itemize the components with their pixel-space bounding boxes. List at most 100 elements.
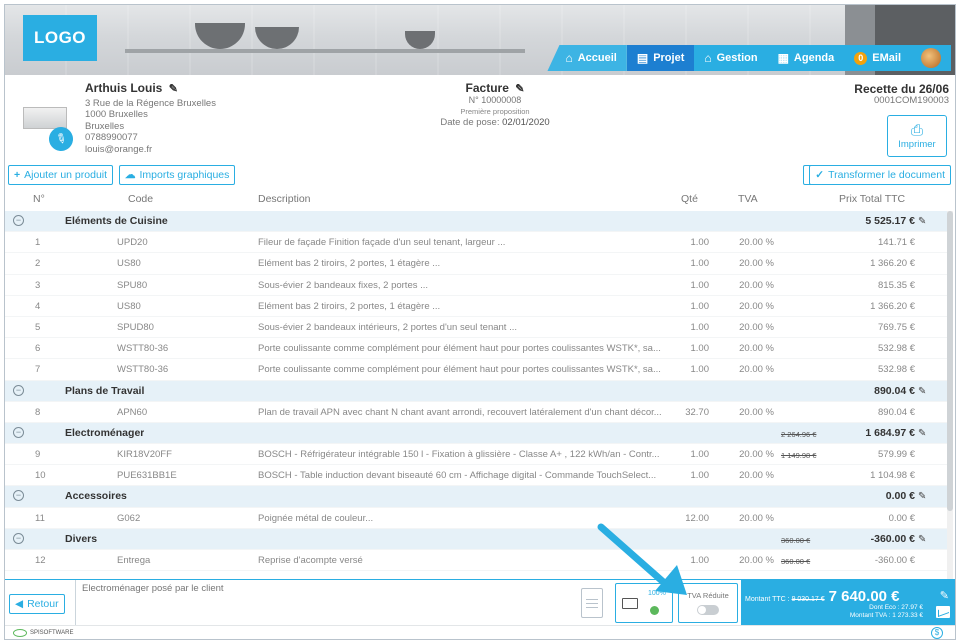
- row-price: 532.98 €: [878, 343, 915, 355]
- nav-label: Agenda: [793, 52, 835, 64]
- group-row[interactable]: − Accessoires 0.00 € ✎: [5, 486, 951, 508]
- client-image: ✎: [19, 89, 78, 156]
- nav-accueil[interactable]: ⌂ Accueil: [547, 45, 627, 71]
- row-tva: 20.00 %: [739, 449, 774, 461]
- table-row[interactable]: 2 US80 Elément bas 2 tiroirs, 2 portes, 1 …: [5, 253, 951, 275]
- table-row[interactable]: 1 UPD20 Fileur de façade Finition façade d…: [5, 232, 951, 254]
- table-row[interactable]: 6 WSTT80-36 Porte coulissante comme complé…: [5, 338, 951, 360]
- help-icon[interactable]: $: [931, 627, 943, 639]
- document-info: Facture ✎ N° 10000008 Première propositi…: [415, 82, 575, 128]
- row-price: 769.75 €: [878, 321, 915, 333]
- edit-client-icon[interactable]: ✎: [169, 83, 178, 96]
- brand-logo-icon: [13, 629, 27, 637]
- send-mail-icon[interactable]: [936, 606, 950, 618]
- print-button[interactable]: ⎙ Imprimer: [887, 115, 947, 157]
- collapse-icon[interactable]: −: [13, 490, 24, 502]
- group-row[interactable]: − Eléments de Cuisine 5 525.17 € ✎: [5, 211, 951, 233]
- tva-switch[interactable]: [697, 605, 719, 615]
- payment-ok-icon: [650, 606, 659, 615]
- tva-reduite-label: TVA Réduite: [687, 591, 729, 600]
- imports-button[interactable]: ☁ Imports graphiques: [119, 165, 236, 185]
- recette-code: 0001COM190003: [874, 95, 949, 106]
- group-row[interactable]: − Electroménager 2 264.96 €1 684.97 € ✎: [5, 422, 951, 445]
- group-name: Divers: [65, 532, 98, 545]
- bank-icon: ⌂: [704, 51, 712, 65]
- table-row[interactable]: 8 APN60 Plan de travail APN avec chant N c…: [5, 402, 951, 423]
- row-qte: 1.00: [690, 364, 710, 376]
- nav-email[interactable]: 0 EMail: [844, 45, 911, 71]
- collapse-icon[interactable]: −: [13, 426, 24, 438]
- table-scrollbar[interactable]: [947, 211, 953, 579]
- row-number: 10: [35, 470, 46, 482]
- row-code: APN60: [117, 406, 148, 418]
- avatar-icon: [921, 48, 941, 68]
- plus-icon: +: [14, 169, 21, 181]
- row-qte: 1.00: [690, 237, 710, 249]
- edit-group-icon[interactable]: ✎: [918, 386, 950, 397]
- edit-total-icon[interactable]: ✎: [940, 589, 949, 602]
- collapse-icon[interactable]: −: [13, 384, 24, 396]
- edit-group-icon[interactable]: ✎: [918, 216, 950, 227]
- imports-label: Imports graphiques: [139, 169, 230, 181]
- table-row[interactable]: 4 US80 Elément bas 2 tiroirs, 2 portes, 1 …: [5, 296, 951, 317]
- row-code: SPUD80: [117, 321, 154, 333]
- user-avatar[interactable]: [911, 45, 951, 71]
- table-row[interactable]: 11 G062 Poignée métal de couleur... 12.00 20…: [5, 508, 951, 529]
- table-header: N° Code Description Qté TVA Prix Total T…: [5, 187, 951, 211]
- edit-group-icon[interactable]: ✎: [918, 491, 950, 502]
- client-info: Arthuis Louis ✎ 3 Rue de la Régence Brux…: [85, 82, 216, 155]
- table-row[interactable]: 12 Entrega Reprise d'acompte versé 1.00 20.0…: [5, 550, 951, 572]
- mail-badge: 0: [854, 51, 868, 65]
- tva-reduite-toggle[interactable]: TVA Réduite: [678, 583, 738, 623]
- footer: ◀ Retour Electroménager posé par le clie…: [5, 579, 955, 626]
- collapse-icon[interactable]: −: [13, 532, 24, 544]
- edit-document-icon[interactable]: ✎: [515, 84, 524, 95]
- document-note[interactable]: Electroménager posé par le client: [75, 580, 575, 626]
- client-name-row: Arthuis Louis ✎: [85, 82, 216, 96]
- table-row[interactable]: 7 WSTT80-36 Porte coulissante comme complé…: [5, 359, 951, 381]
- payment-status[interactable]: 100%: [615, 583, 673, 623]
- calendar-icon: ▦: [777, 51, 789, 65]
- scrollbar-thumb[interactable]: [947, 211, 953, 511]
- tva-amount: Montant TVA : 1 273.33 €: [849, 612, 923, 619]
- transform-label: Transformer le document: [828, 169, 945, 181]
- collapse-icon[interactable]: −: [13, 215, 24, 226]
- row-tva: 20.00 %: [739, 258, 774, 270]
- group-row[interactable]: − Plans de Travail 890.04 € ✎: [5, 380, 951, 402]
- transform-document-button[interactable]: ✓ Transformer le document: [809, 165, 951, 185]
- row-code: WSTT80-36: [117, 343, 169, 355]
- eco-amount: Dont Eco : 27.97 €: [869, 604, 923, 611]
- nav-agenda[interactable]: ▦ Agenda: [767, 45, 845, 71]
- group-row[interactable]: − Divers 360.00 € -360.00 € ✎: [5, 528, 951, 550]
- add-product-label: Ajouter un produit: [24, 169, 108, 181]
- total-old: 9 030.17 €: [791, 596, 825, 603]
- nav-projet[interactable]: ▤ Projet: [626, 45, 695, 71]
- row-description: Sous-évier 2 bandeaux fixes, 2 portes ..…: [258, 279, 429, 291]
- row-price: 815.35 €: [878, 279, 915, 291]
- row-tva: 20.00 %: [739, 279, 774, 291]
- add-product-button[interactable]: + Ajouter un produit: [8, 165, 114, 185]
- row-price: 141.71 €: [878, 237, 915, 249]
- document-icon: ▤: [636, 51, 649, 65]
- table-row[interactable]: 5 SPUD80 Sous-évier 2 bandeaux intérieurs,…: [5, 317, 951, 339]
- nav-gestion[interactable]: ⌂ Gestion: [694, 45, 768, 71]
- row-code: US80: [117, 300, 141, 312]
- logo[interactable]: LOGO: [23, 15, 97, 61]
- row-description: Elément bas 2 tiroirs, 2 portes, 1 étagè…: [258, 258, 441, 270]
- row-qte: 1.00: [690, 555, 710, 566]
- home-icon: ⌂: [565, 51, 573, 65]
- edit-group-icon[interactable]: ✎: [918, 534, 950, 545]
- edit-group-icon[interactable]: ✎: [918, 428, 950, 439]
- row-code: PUE631BB1E: [117, 470, 177, 482]
- row-tva: 20.00 %: [739, 300, 774, 312]
- printer-icon: ⎙: [910, 121, 923, 139]
- table-row[interactable]: 9 KIR18V20FF BOSCH - Réfrigérateur intégra…: [5, 444, 951, 466]
- table-row[interactable]: 10 PUE631BB1E BOSCH - Table induction deva…: [5, 465, 951, 487]
- back-button[interactable]: ◀ Retour: [9, 594, 65, 614]
- document-icon[interactable]: [581, 588, 603, 618]
- table-row[interactable]: 3 SPU80 Sous-évier 2 bandeaux fixes, 2 por…: [5, 275, 951, 296]
- row-price: 532.98 €: [878, 364, 915, 376]
- col-n: N°: [33, 193, 45, 205]
- row-qte: 1.00: [690, 470, 710, 482]
- pose-date-label: Date de pose:: [440, 117, 500, 128]
